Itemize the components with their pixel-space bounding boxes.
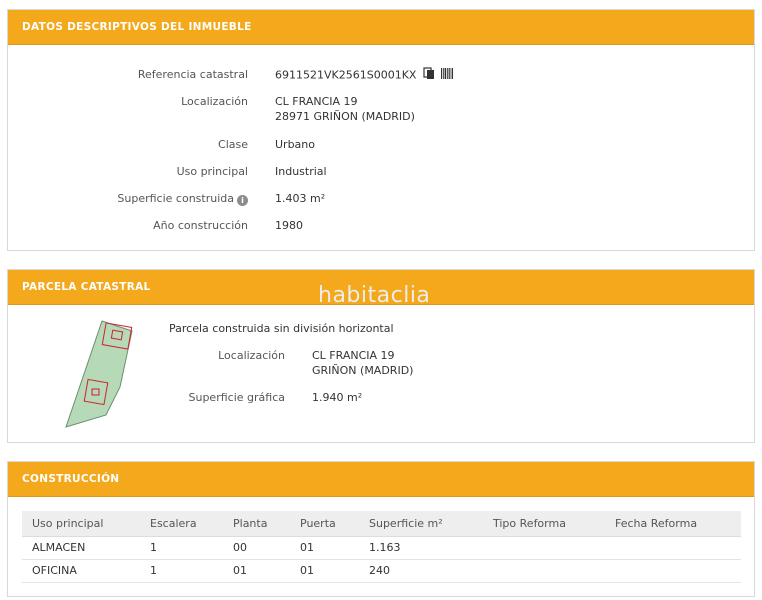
superficie-grafica-label: Superficie gráfica <box>188 391 286 404</box>
uso-principal-value: Industrial <box>275 165 327 178</box>
habitaclia-watermark: habitaclia <box>318 283 431 308</box>
cell-puerta: 01 <box>290 536 359 560</box>
datos-inmueble-panel: DATOS DESCRIPTIVOS DEL INMUEBLE Referenc… <box>7 9 755 251</box>
ano-construccion-value: 1980 <box>275 219 303 232</box>
table-row: ALMACEN 1 00 01 1.163 <box>22 536 741 560</box>
localizacion-label: Localización <box>181 95 248 108</box>
localizacion-line1: CL FRANCIA 19 <box>275 95 358 108</box>
col-escalera: Escalera <box>140 511 223 537</box>
superficie-grafica-value: 1.940 m² <box>312 391 363 404</box>
superficie-construida-label-row: Superficie construida i <box>8 192 248 206</box>
col-puerta: Puerta <box>290 511 359 537</box>
copy-icon[interactable] <box>423 67 435 84</box>
cell-uso: OFICINA <box>22 559 140 583</box>
col-planta: Planta <box>223 511 290 537</box>
col-superficie: Superficie m² <box>359 511 483 537</box>
clase-label: Clase <box>218 138 248 151</box>
parcela-localizacion-value: CL FRANCIA 19 GRIÑON (MADRID) <box>312 348 413 378</box>
parcela-localizacion-line2: GRIÑON (MADRID) <box>312 364 414 377</box>
superficie-construida-label: Superficie construida <box>117 192 234 205</box>
cell-tipo-reforma <box>483 536 605 560</box>
table-row: OFICINA 1 01 01 240 <box>22 559 741 583</box>
uso-principal-label: Uso principal <box>176 165 248 178</box>
cell-fecha-reforma <box>605 536 741 560</box>
cell-escalera: 1 <box>140 559 223 583</box>
parcela-description: Parcela construida sin división horizont… <box>169 322 394 335</box>
col-uso-principal: Uso principal <box>22 511 140 537</box>
col-fecha-reforma: Fecha Reforma <box>605 511 741 537</box>
cell-superficie: 240 <box>359 559 483 583</box>
col-tipo-reforma: Tipo Reforma <box>483 511 605 537</box>
referencia-value[interactable]: 6911521VK2561S0001KX <box>275 69 416 82</box>
localizacion-line2: 28971 GRIÑON (MADRID) <box>275 110 415 123</box>
referencia-label: Referencia catastral <box>137 68 248 81</box>
cell-fecha-reforma <box>605 559 741 583</box>
cell-planta: 00 <box>223 536 290 560</box>
table-header-row: Uso principal Escalera Planta Puerta Sup… <box>22 511 741 537</box>
superficie-construida-value: 1.403 m² <box>275 192 326 205</box>
cell-puerta: 01 <box>290 559 359 583</box>
cell-superficie: 1.163 <box>359 536 483 560</box>
barcode-icon[interactable] <box>441 67 454 84</box>
ano-construccion-label: Año construcción <box>153 219 248 232</box>
construccion-table: Uso principal Escalera Planta Puerta Sup… <box>22 511 741 583</box>
localizacion-value: CL FRANCIA 19 28971 GRIÑON (MADRID) <box>275 94 415 124</box>
cell-planta: 01 <box>223 559 290 583</box>
cell-uso: ALMACEN <box>22 536 140 560</box>
info-icon[interactable]: i <box>237 195 248 206</box>
construccion-header: CONSTRUCCIÓN <box>8 462 754 497</box>
parcela-localizacion-label: Localización <box>218 349 285 362</box>
cell-tipo-reforma <box>483 559 605 583</box>
datos-inmueble-header: DATOS DESCRIPTIVOS DEL INMUEBLE <box>8 10 754 45</box>
cell-escalera: 1 <box>140 536 223 560</box>
parcel-plan-image[interactable] <box>64 317 144 431</box>
construccion-panel: CONSTRUCCIÓN Uso principal Escalera Plan… <box>7 461 755 597</box>
parcela-localizacion-line1: CL FRANCIA 19 <box>312 349 395 362</box>
clase-value: Urbano <box>275 138 315 151</box>
referencia-value-row: 6911521VK2561S0001KX <box>275 67 454 84</box>
